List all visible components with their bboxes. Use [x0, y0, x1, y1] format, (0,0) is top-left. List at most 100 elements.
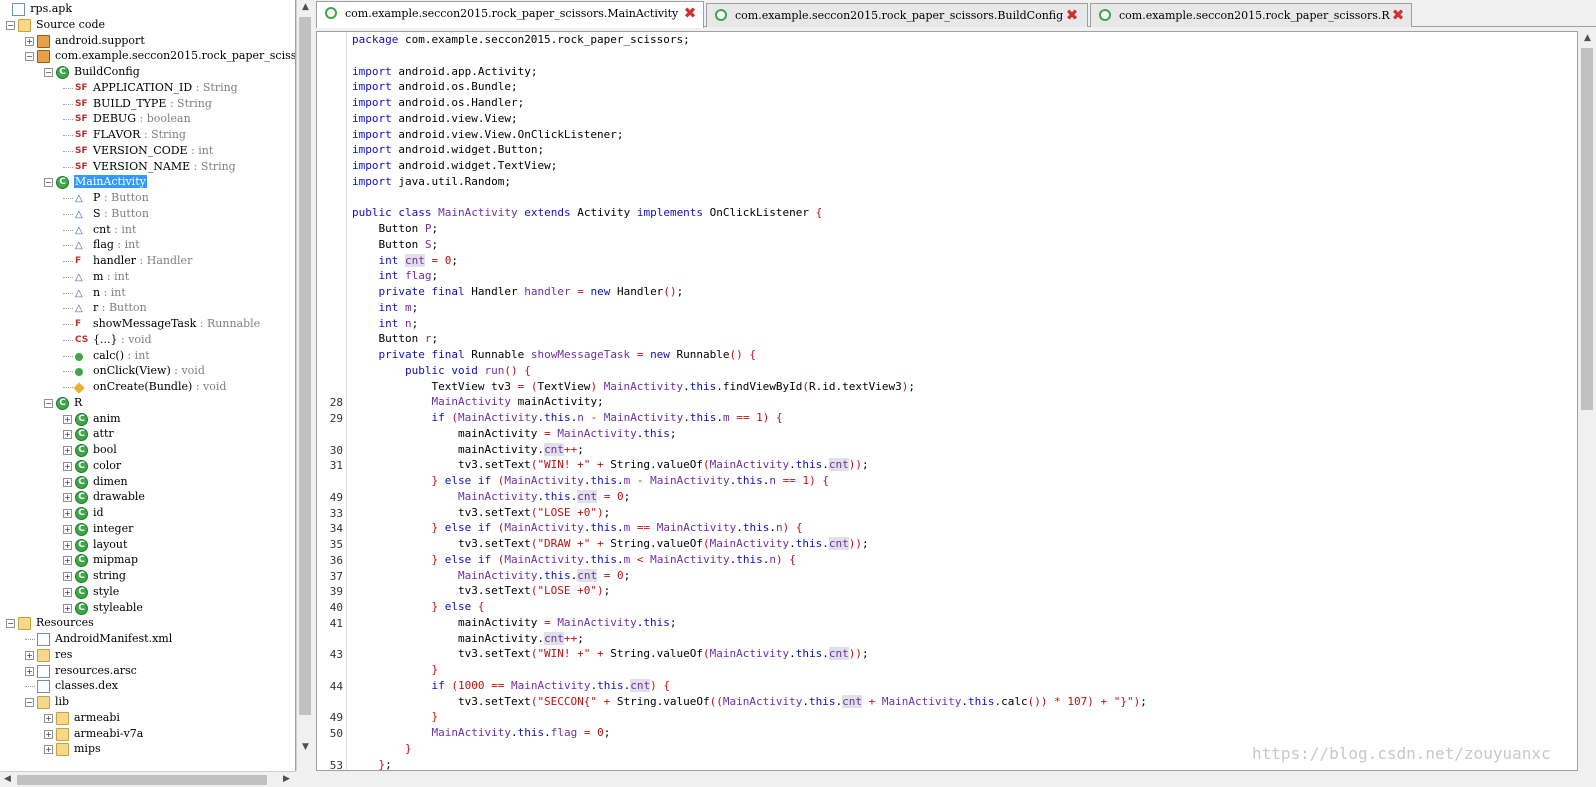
tree-hscroll-thumb[interactable]	[17, 775, 267, 785]
code-line[interactable]: MainActivity.this.cnt = 0;	[352, 568, 630, 584]
tree-class[interactable]: + Cmipmap	[0, 552, 295, 568]
tree-class[interactable]: + Cdrawable	[0, 489, 295, 505]
code-line[interactable]: import android.widget.TextView;	[352, 158, 557, 174]
tree-member[interactable]: FshowMessageTask : Runnable	[0, 316, 295, 332]
code-line[interactable]: int m;	[352, 300, 419, 316]
code-line[interactable]: } else if (MainActivity.this.m < MainAct…	[352, 552, 795, 568]
expand-icon[interactable]: +	[25, 36, 34, 46]
code-line[interactable]: if (MainActivity.this.n - MainActivity.t…	[352, 410, 782, 426]
tree-folder[interactable]: − lib	[0, 694, 295, 710]
tree-member[interactable]: △ n : int	[0, 285, 295, 301]
expand-icon[interactable]: +	[63, 572, 72, 581]
collapse-icon[interactable]: −	[44, 68, 53, 77]
tree-file[interactable]: + resources.arsc	[0, 663, 295, 679]
code-line[interactable]: MainActivity mainActivity;	[352, 394, 603, 410]
code-line[interactable]: import android.widget.Button;	[352, 142, 544, 158]
code-line[interactable]: private final Runnable showMessageTask =…	[352, 347, 757, 363]
code-line[interactable]: Button P;	[352, 221, 438, 237]
expand-icon[interactable]: +	[63, 587, 72, 597]
code-line[interactable]: import java.util.Random;	[352, 174, 511, 190]
code-line[interactable]: int flag;	[352, 268, 439, 284]
tree-member[interactable]: △ m : int	[0, 269, 295, 285]
tree-class[interactable]: + Cstring	[0, 568, 295, 584]
close-icon[interactable]: ✖	[1391, 8, 1405, 23]
editor-vscroll-thumb[interactable]	[1581, 48, 1593, 410]
code-line[interactable]: public void run() {	[352, 363, 531, 379]
tree-class[interactable]: + Canim	[0, 411, 295, 427]
code-line[interactable]: tv3.setText("WIN! +" + String.valueOf(Ma…	[352, 457, 869, 473]
expand-icon[interactable]: +	[25, 666, 34, 676]
code-line[interactable]: MainActivity.this.flag = 0;	[352, 725, 610, 741]
code-line[interactable]: MainActivity.this.cnt = 0;	[352, 489, 630, 505]
scroll-right-arrow-icon[interactable]: ▶	[279, 772, 294, 787]
expand-icon[interactable]: +	[63, 603, 72, 613]
code-line[interactable]: mainActivity = MainActivity.this;	[352, 426, 677, 442]
tree-folder[interactable]: + res	[0, 647, 295, 663]
expand-icon[interactable]: +	[63, 446, 72, 455]
tree-file[interactable]: AndroidManifest.xml	[0, 631, 295, 647]
tree-member[interactable]: △ flag : int	[0, 237, 295, 253]
expand-icon[interactable]: +	[63, 509, 72, 518]
close-icon[interactable]: ✖	[1065, 8, 1079, 23]
expand-icon[interactable]: +	[44, 729, 53, 739]
collapse-icon[interactable]: −	[44, 398, 53, 408]
tree-folder[interactable]: + mips	[0, 741, 295, 757]
tree-root[interactable]: rps.apk	[0, 1, 295, 17]
tree-folder[interactable]: + armeabi-v7a	[0, 726, 295, 742]
tree-class[interactable]: + Cbool	[0, 442, 295, 458]
code-line[interactable]: import android.view.View.OnClickListener…	[352, 127, 624, 143]
code-line[interactable]: tv3.setText("LOSE +0");	[352, 583, 610, 599]
tree-horizontal-scrollbar[interactable]: ◀ ▶	[0, 771, 296, 787]
code-line[interactable]: tv3.setText("LOSE +0");	[352, 505, 610, 521]
tree-class[interactable]: + Cstyle	[0, 584, 295, 600]
code-line[interactable]: } else if (MainActivity.this.m - MainAct…	[352, 473, 828, 489]
code-line[interactable]: import android.os.Bundle;	[352, 79, 518, 95]
code-line[interactable]: import android.view.View;	[352, 111, 518, 127]
tab-r[interactable]: com.example.seccon2015.rock_paper_scisso…	[1090, 3, 1412, 27]
tree-class[interactable]: + Clayout	[0, 537, 295, 553]
code-line[interactable]: }	[352, 662, 438, 678]
code-line[interactable]: public class MainActivity extends Activi…	[352, 205, 822, 221]
code-line[interactable]: }	[352, 709, 438, 725]
code-line[interactable]: } else {	[352, 599, 484, 615]
code-line[interactable]: int n;	[352, 316, 419, 332]
close-icon[interactable]: ✖	[683, 6, 697, 21]
expand-icon[interactable]: +	[63, 556, 72, 566]
expand-icon[interactable]: +	[63, 414, 72, 424]
expand-icon[interactable]: +	[63, 540, 72, 550]
scroll-up-arrow-icon[interactable]: ▲	[1580, 31, 1595, 46]
tree-file[interactable]: classes.dex	[0, 678, 295, 694]
code-line[interactable]: Button S;	[352, 237, 438, 253]
tree-class[interactable]: + Cattr	[0, 426, 295, 442]
expand-icon[interactable]: +	[63, 461, 72, 471]
collapse-icon[interactable]: −	[25, 52, 34, 62]
expand-icon[interactable]: +	[63, 493, 72, 503]
code-line[interactable]: tv3.setText("SECCON{" + String.valueOf((…	[352, 694, 1147, 710]
code-line[interactable]: mainActivity.cnt++;	[352, 442, 584, 458]
expand-icon[interactable]: +	[44, 745, 53, 755]
expand-icon[interactable]: +	[44, 713, 53, 723]
tree-package[interactable]: − com.example.seccon2015.rock_paper_sciss	[0, 48, 295, 64]
tree-class[interactable]: + Cdimen	[0, 474, 295, 490]
code-line[interactable]: mainActivity.cnt++;	[352, 631, 584, 647]
collapse-icon[interactable]: −	[44, 178, 53, 188]
code-line[interactable]: };	[352, 757, 392, 771]
tree-class[interactable]: − C MainActivity	[0, 174, 295, 190]
expand-icon[interactable]: +	[25, 650, 34, 660]
tree-member[interactable]: CS {...} : void	[0, 332, 295, 348]
code-line[interactable]: private final Handler handler = new Hand…	[352, 284, 684, 300]
tree-field[interactable]: SF APPLICATION_ID : String	[0, 80, 295, 96]
tree-member[interactable]: Fhandler : Handler	[0, 253, 295, 269]
code-editor[interactable]: 28 29 30 31 49 33 34 35 36 37 39 40 41 43 44 49 50 53 pac…	[316, 31, 1578, 771]
code-line[interactable]: } else if (MainActivity.this.m == MainAc…	[352, 520, 802, 536]
tree-class[interactable]: − C BuildConfig	[0, 64, 295, 80]
tree-field[interactable]: SF BUILD_TYPE : String	[0, 96, 295, 112]
tree-class[interactable]: + Cid	[0, 505, 295, 521]
code-line[interactable]: mainActivity = MainActivity.this;	[352, 615, 677, 631]
collapse-icon[interactable]: −	[25, 698, 34, 707]
scroll-up-arrow-icon[interactable]: ▲	[298, 0, 313, 15]
code-line[interactable]: TextView tv3 = (TextView) MainActivity.t…	[352, 379, 915, 395]
expand-icon[interactable]: +	[63, 430, 72, 440]
tree-class[interactable]: + Ccolor	[0, 458, 295, 474]
tree-resources[interactable]: − Resources	[0, 615, 295, 631]
